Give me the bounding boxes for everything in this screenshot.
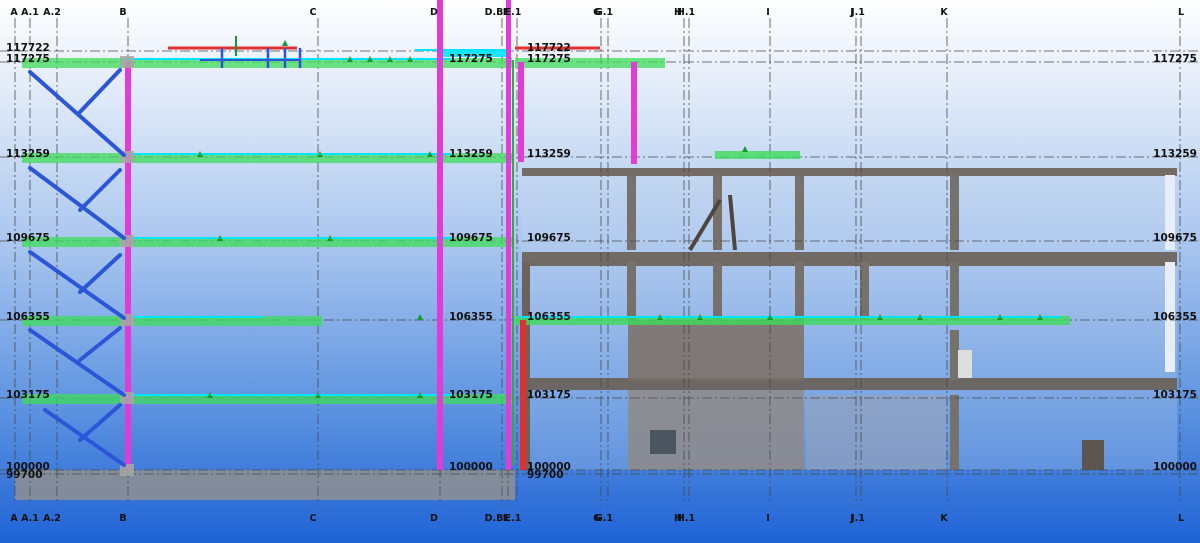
column-e-lower	[520, 320, 526, 470]
column-g	[631, 62, 637, 164]
grid-label-top: I	[766, 7, 770, 18]
level-label: 99700	[527, 469, 564, 481]
grid-label-top: C	[310, 7, 317, 18]
grid-label-bottom: D	[430, 513, 438, 524]
brace	[78, 168, 122, 212]
grid-label-bottom: A.1	[21, 513, 39, 524]
building-section-elevation: 1177221172751132591096751063551031751000…	[0, 0, 1200, 524]
point-cloud-column	[950, 330, 959, 380]
level-label: 109675	[527, 232, 571, 244]
level-label: 106355	[1153, 311, 1197, 323]
grid-label-top: D	[430, 7, 438, 18]
grid-label-top: A	[10, 7, 18, 18]
point-cloud-equipment	[958, 350, 972, 378]
grid-label-bottom: L	[1178, 513, 1184, 524]
point-cloud-floor-band	[522, 252, 1177, 266]
level-label: 113259	[449, 148, 493, 160]
grid-label-top: H.1	[677, 7, 695, 18]
grid-label-bottom: A.2	[43, 513, 61, 524]
grid-label-bottom: B	[119, 513, 126, 524]
point-cloud-wall	[628, 320, 804, 380]
brace	[78, 403, 122, 442]
grid-label-top: A.1	[21, 7, 39, 18]
level-label: 100000	[449, 461, 493, 473]
level-label: 106355	[6, 311, 50, 323]
grid-label-top: D.B	[485, 7, 504, 18]
column-db	[506, 0, 511, 470]
point-cloud-column	[950, 262, 959, 320]
brace	[78, 68, 122, 114]
grid-label-bottom: E.1	[505, 513, 522, 524]
level-label: 100000	[1153, 461, 1197, 473]
column-e	[518, 62, 524, 162]
slab-marker	[282, 40, 288, 46]
slab-marker	[742, 146, 748, 152]
point-cloud-column	[627, 175, 636, 250]
column-e-edge	[512, 60, 514, 465]
level-label: 117275	[6, 53, 50, 65]
level-label: 106355	[449, 311, 493, 323]
point-cloud-equipment	[650, 430, 676, 454]
point-cloud-column	[627, 262, 636, 320]
point-cloud-column	[950, 395, 959, 470]
grid-label-bottom: D.B	[485, 513, 504, 524]
level-label: 117275	[1153, 53, 1197, 65]
level-label: 109675	[6, 232, 50, 244]
grid-label-top: A.2	[43, 7, 61, 18]
point-cloud-column	[795, 262, 804, 320]
grid-label-top: B	[119, 7, 126, 18]
floor-slab	[715, 151, 800, 159]
point-cloud-floor-band	[522, 378, 1177, 390]
level-label: 113259	[1153, 148, 1197, 160]
point-cloud-column	[795, 175, 804, 250]
point-cloud-column	[713, 262, 722, 320]
grid-label-bottom: K	[940, 513, 948, 524]
level-label: 113259	[6, 148, 50, 160]
brace	[28, 70, 126, 157]
grid-label-bottom: G.1	[595, 513, 613, 524]
point-cloud-floor-band	[522, 168, 1177, 176]
column-d	[437, 0, 443, 470]
point-cloud-equipment	[1082, 440, 1104, 470]
grid-label-bottom: H.1	[677, 513, 695, 524]
brace	[78, 253, 122, 294]
level-label: 103175	[449, 389, 493, 401]
level-label: 113259	[527, 148, 571, 160]
brace	[78, 326, 122, 362]
column-b	[125, 62, 131, 470]
grid-label-bottom: I	[766, 513, 770, 524]
grid-label-bottom: C	[310, 513, 317, 524]
point-cloud-column	[950, 175, 959, 250]
braced-frame	[28, 68, 126, 467]
level-label: 117275	[527, 53, 571, 65]
grid-label-top: G.1	[595, 7, 613, 18]
level-label: 117275	[449, 53, 493, 65]
grid-label-top: E.1	[505, 7, 522, 18]
grid-label-top: J.1	[850, 7, 865, 18]
brace	[28, 328, 126, 397]
level-label: 103175	[527, 389, 571, 401]
grid-label-bottom: A	[10, 513, 18, 524]
level-label: 103175	[1153, 389, 1197, 401]
level-label: 106355	[527, 311, 571, 323]
slab-marker	[417, 314, 423, 320]
point-cloud-wall	[806, 395, 946, 470]
level-label: 99700	[6, 469, 43, 481]
grid-label-bottom: J.1	[850, 513, 865, 524]
column-node	[120, 56, 134, 68]
grid-label-top: L	[1178, 7, 1184, 18]
level-label: 109675	[1153, 232, 1197, 244]
model-viewport[interactable]: 117722 117275 113259 109675 106355 103175 1000…	[0, 0, 1200, 543]
level-label: 109675	[449, 232, 493, 244]
level-label: 103175	[6, 389, 50, 401]
grid-label-top: K	[940, 7, 948, 18]
